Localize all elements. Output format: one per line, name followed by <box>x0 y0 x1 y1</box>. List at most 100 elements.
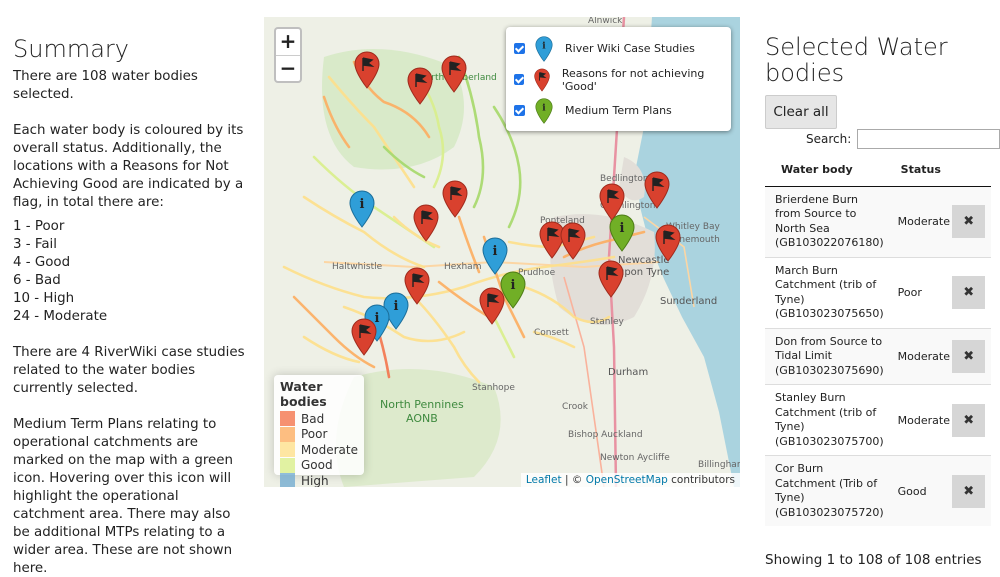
water-body-status: Moderate <box>887 185 953 257</box>
svg-text:Billingham: Billingham <box>698 460 740 470</box>
svg-text:AONB: AONB <box>406 412 438 425</box>
svg-text:upon Tyne: upon Tyne <box>618 267 669 278</box>
remove-button[interactable]: ✖ <box>952 205 986 238</box>
legend-label: Moderate <box>300 442 358 457</box>
legend-swatch <box>280 426 295 442</box>
layer-checkbox[interactable] <box>514 105 525 116</box>
svg-text:Stanhope: Stanhope <box>472 383 515 393</box>
legend-item: Moderate <box>280 442 358 458</box>
info-marker-green-icon: i <box>535 97 553 124</box>
info-marker-blue-icon: i <box>535 35 553 62</box>
flag-marker-red-icon <box>534 68 550 92</box>
table-row: Stanley Burn Catchment (trib of Tyne) (G… <box>765 384 991 456</box>
clear-all-button[interactable]: Clear all <box>765 95 837 129</box>
flag-marker-icon[interactable] <box>354 51 380 89</box>
legend-item: Good <box>280 457 358 474</box>
flag-marker-icon[interactable] <box>413 204 439 242</box>
layer-toggle-reasons[interactable]: Reasons for not achieving 'Good' <box>514 64 723 95</box>
legend-label: Poor <box>301 427 328 442</box>
zoom-control: + − <box>274 27 302 83</box>
flag-marker-icon[interactable] <box>351 318 377 356</box>
status-count-list: 1 - Poor 3 - Fail 4 - Good 6 - Bad 10 - … <box>13 218 245 326</box>
layer-checkbox[interactable] <box>514 43 525 54</box>
svg-text:i: i <box>394 299 399 314</box>
svg-text:Sunderland: Sunderland <box>660 296 717 307</box>
legend-item: Poor <box>280 426 358 443</box>
flag-marker-icon[interactable] <box>407 67 433 105</box>
status-count-item: 1 - Poor <box>13 219 65 234</box>
water-body-name: Don from Source to Tidal Limit (GB103023… <box>765 327 888 385</box>
legend-swatch <box>280 411 295 427</box>
layer-toggle-case-studies[interactable]: i River Wiki Case Studies <box>514 33 723 64</box>
legend-item: Bad <box>280 411 358 427</box>
zoom-in-button[interactable]: + <box>276 29 300 55</box>
summary-panel: Summary There are 108 water bodies selec… <box>13 34 245 577</box>
svg-text:i: i <box>360 197 365 212</box>
zoom-out-button[interactable]: − <box>276 55 300 81</box>
map-view[interactable]: Alnwick North Umberland Morpeth Bedlingt… <box>264 17 740 487</box>
mtp-marker-icon[interactable]: i <box>609 214 635 252</box>
leaflet-link[interactable]: Leaflet <box>526 474 562 486</box>
table-row: Don from Source to Tidal Limit (GB103023… <box>765 327 991 385</box>
legend-swatch <box>280 473 295 487</box>
search-label: Search: <box>806 132 852 146</box>
flag-marker-icon[interactable] <box>644 171 670 209</box>
svg-text:North Pennines: North Pennines <box>380 398 464 411</box>
legend-item: High <box>280 473 358 487</box>
remove-button[interactable]: ✖ <box>952 403 986 437</box>
map-legend: Water bodies Bad Poor Moderate Good High <box>274 375 364 487</box>
flag-marker-icon[interactable] <box>560 222 586 260</box>
water-body-status: Poor <box>887 256 953 328</box>
svg-text:i: i <box>620 221 625 236</box>
layer-label: Reasons for not achieving 'Good' <box>561 66 705 93</box>
remove-button[interactable]: ✖ <box>952 339 986 373</box>
water-body-name: Stanley Burn Catchment (trib of Tyne) (G… <box>765 384 888 456</box>
layer-control: i River Wiki Case Studies Reasons for no… <box>506 27 731 131</box>
legend-title: Water bodies <box>280 379 327 409</box>
column-header-status[interactable]: Status <box>887 154 953 187</box>
status-count-item: 10 - High <box>13 291 75 306</box>
case-study-marker-icon[interactable]: i <box>349 190 375 228</box>
status-count-item: 4 - Good <box>13 255 71 270</box>
legend-label: Bad <box>301 411 325 426</box>
svg-text:Stanley: Stanley <box>590 317 624 327</box>
flag-marker-icon[interactable] <box>479 287 505 325</box>
flag-marker-icon[interactable] <box>442 180 468 218</box>
water-body-name: Brierdene Burn from Source to North Sea … <box>765 185 888 257</box>
layer-label: River Wiki Case Studies <box>565 42 695 55</box>
summary-title: Summary <box>13 35 129 63</box>
selected-title: Selected Water bodies <box>765 33 948 87</box>
layer-label: Medium Term Plans <box>565 104 672 117</box>
mtp-text: Medium Term Plans relating to operationa… <box>13 417 234 576</box>
table-row: Cor Burn Catchment (Trib of Tyne) (GB103… <box>765 455 991 526</box>
map-attribution: Leaflet | © OpenStreetMap contributors <box>520 473 740 487</box>
search-input[interactable] <box>857 129 1000 149</box>
svg-text:Alnwick: Alnwick <box>588 17 623 26</box>
water-body-name: Cor Burn Catchment (Trib of Tyne) (GB103… <box>765 455 888 526</box>
flag-marker-icon[interactable] <box>441 55 467 93</box>
case-study-marker-icon[interactable]: i <box>482 237 508 275</box>
water-body-name: March Burn Catchment (trib of Tyne) (GB1… <box>765 256 888 328</box>
flag-marker-icon[interactable] <box>598 260 624 298</box>
layer-checkbox[interactable] <box>514 74 524 85</box>
table-row: Brierdene Burn from Source to North Sea … <box>765 185 991 257</box>
legend-label: High <box>301 473 329 487</box>
svg-text:Consett: Consett <box>534 328 569 338</box>
svg-text:Haltwhistle: Haltwhistle <box>332 262 383 272</box>
osm-link[interactable]: OpenStreetMap <box>586 474 668 486</box>
water-body-status: Good <box>887 455 953 526</box>
layer-toggle-mtp[interactable]: i Medium Term Plans <box>514 95 723 126</box>
status-count-item: 24 - Moderate <box>13 309 108 324</box>
legend-label: Good <box>301 458 333 473</box>
attribution-suffix: contributors <box>667 474 735 486</box>
table-info: Showing 1 to 108 of 108 entries <box>765 552 982 568</box>
remove-button[interactable]: ✖ <box>952 474 986 508</box>
water-body-table: Water body Status Brierdene Burn from So… <box>765 154 991 526</box>
case-studies-text: There are 4 RiverWiki case studies relat… <box>13 345 245 396</box>
remove-button[interactable]: ✖ <box>952 276 986 309</box>
column-header-water-body[interactable]: Water body <box>765 154 888 187</box>
selected-panel: Selected Water bodies Clear all Search: … <box>765 33 1000 568</box>
flag-marker-icon[interactable] <box>655 224 681 262</box>
status-count-item: 3 - Fail <box>13 237 57 252</box>
legend-swatch <box>280 457 295 473</box>
